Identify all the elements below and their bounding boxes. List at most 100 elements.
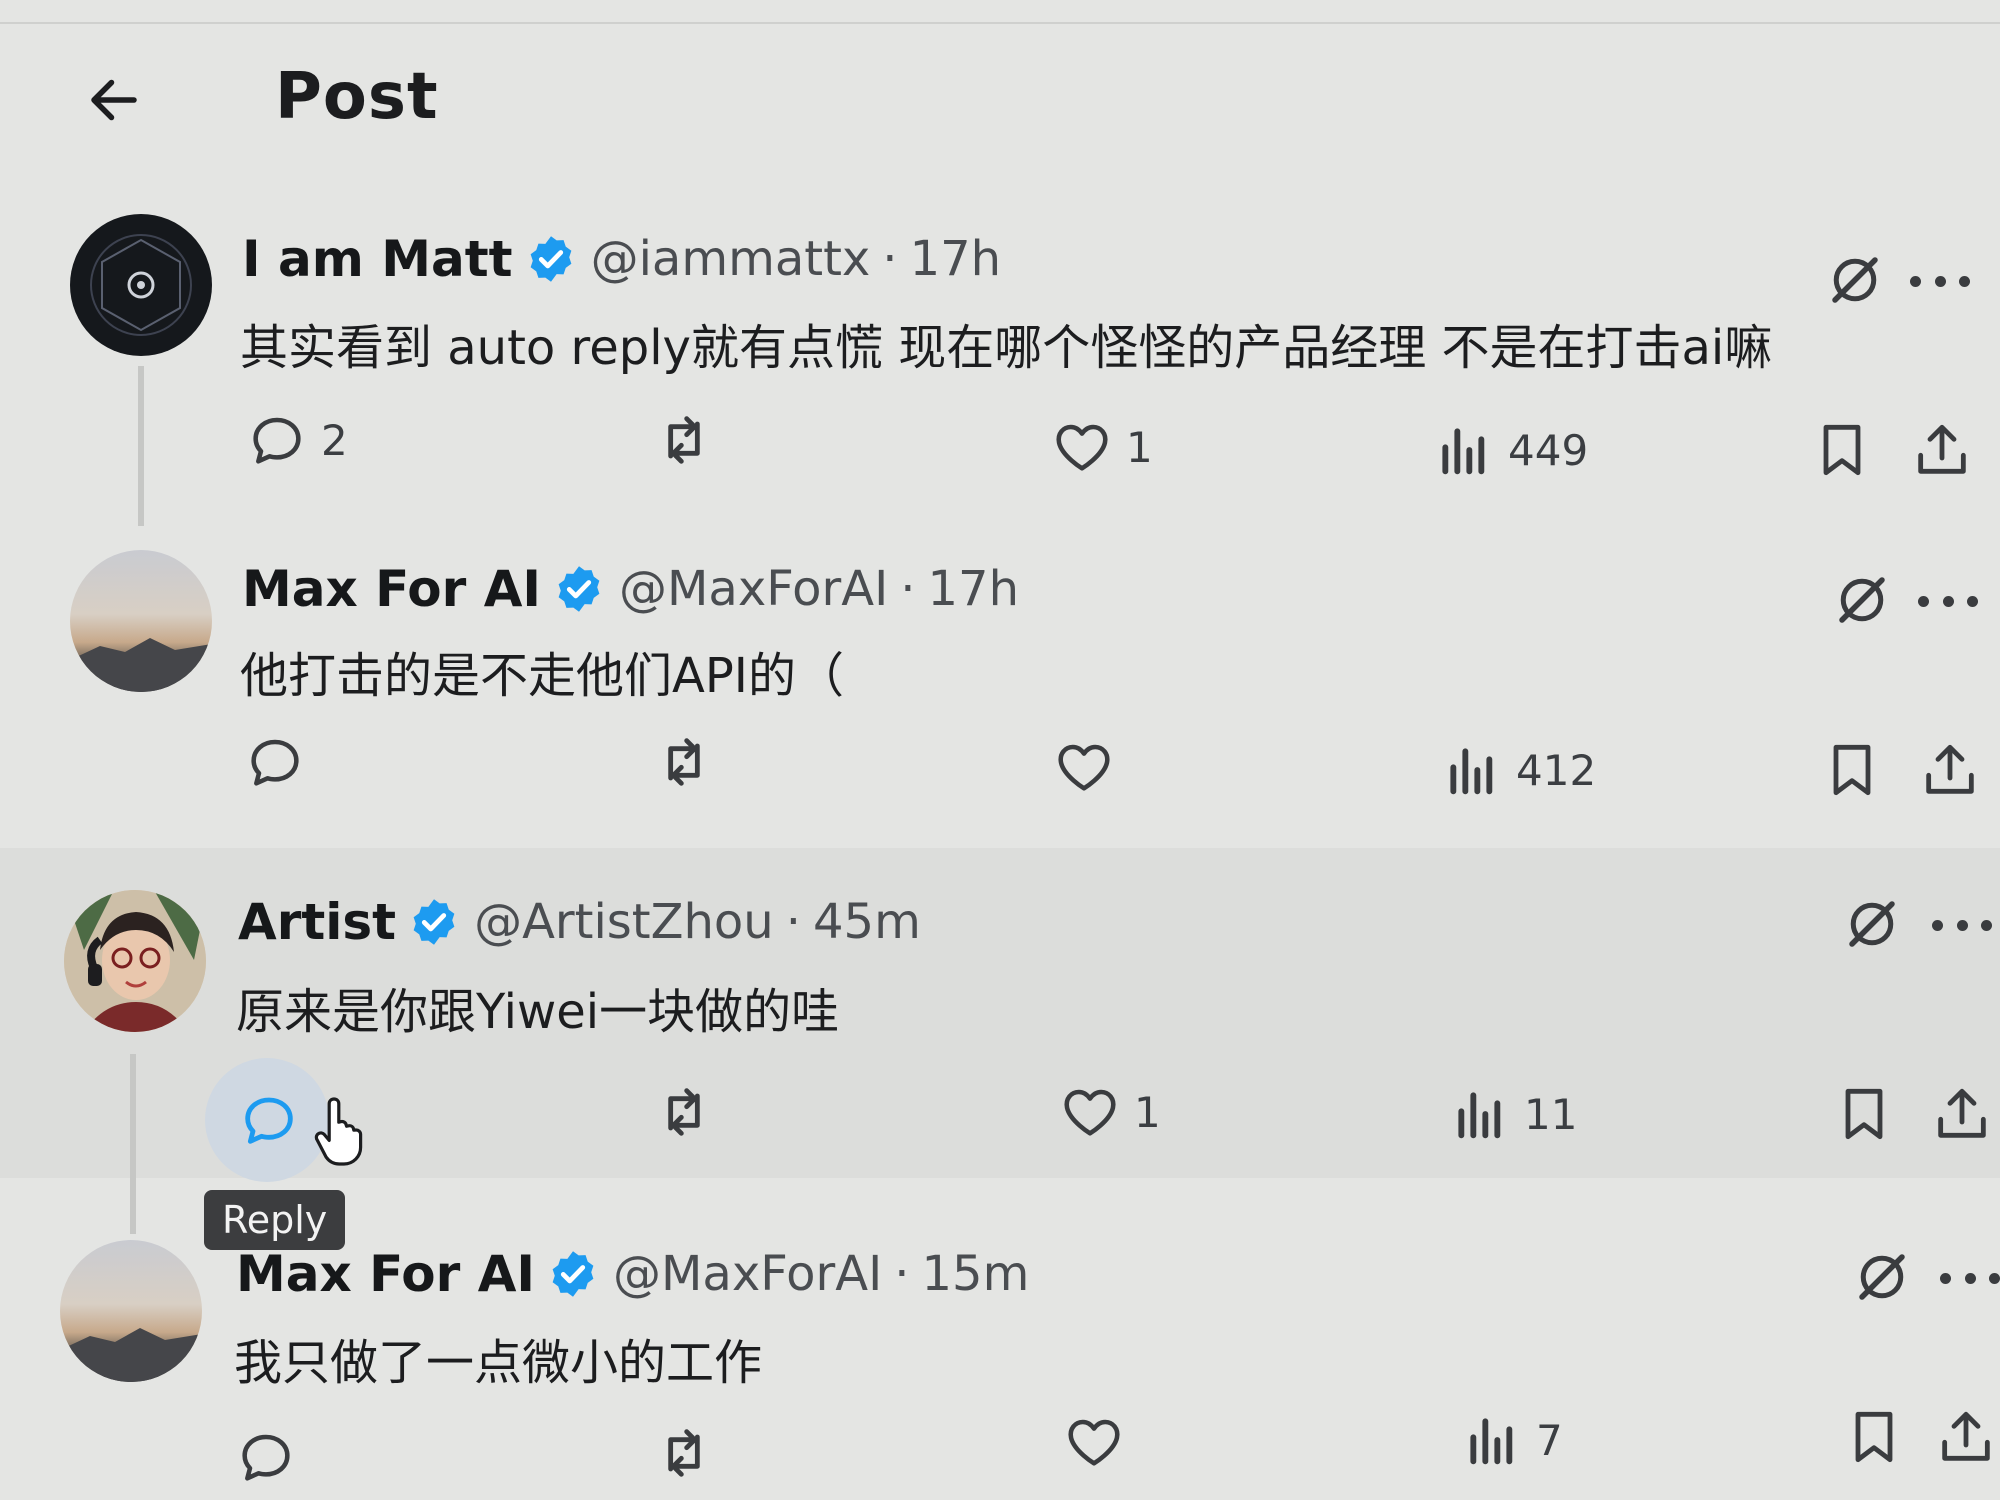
views-icon: [1470, 1418, 1513, 1465]
more-icon[interactable]: [1940, 1263, 2000, 1293]
verified-icon: [552, 1251, 594, 1297]
reply-icon: [242, 1434, 290, 1481]
like-button[interactable]: 1: [1058, 1080, 1161, 1144]
views-button[interactable]: 11: [1448, 1082, 1577, 1146]
hand-cursor-icon: [314, 1097, 363, 1166]
reply-icon: [251, 739, 299, 786]
more-icon[interactable]: [1910, 266, 1970, 296]
share-icon: [1942, 1411, 1990, 1461]
bookmark-icon: [1833, 744, 1871, 796]
author-handle[interactable]: @MaxForAI: [619, 561, 888, 617]
share-button[interactable]: [1930, 1082, 1994, 1146]
separator-dot: ·: [894, 1246, 910, 1302]
top-divider: [0, 22, 2000, 24]
post-time[interactable]: 17h: [928, 561, 1020, 617]
like-count: 1: [1134, 1087, 1161, 1137]
bookmark-button[interactable]: [1842, 1405, 1906, 1469]
arrow-left-icon: [91, 79, 137, 121]
reply-button[interactable]: [243, 730, 319, 794]
author-name[interactable]: Max For AI: [236, 1245, 535, 1303]
post-2[interactable]: Max For AI @MaxForAI · 17h 他打击的是不走他们API的…: [0, 540, 2000, 845]
repost-icon: [668, 1429, 700, 1477]
views-icon: [1458, 1092, 1501, 1139]
repost-icon: [668, 416, 700, 464]
grok-icon[interactable]: [1842, 894, 1902, 954]
views-icon: [1450, 748, 1493, 795]
like-button[interactable]: [1052, 735, 1128, 799]
avatar[interactable]: [60, 1240, 202, 1382]
more-icon[interactable]: [1932, 910, 1992, 940]
view-count: 11: [1524, 1089, 1578, 1139]
post-time[interactable]: 45m: [813, 894, 921, 950]
grok-icon[interactable]: [1832, 570, 1892, 630]
repost-icon: [668, 1088, 700, 1136]
post-text: 原来是你跟Yiwei一块做的哇: [236, 984, 840, 1040]
repost-button[interactable]: [652, 730, 728, 794]
bookmark-icon: [1823, 424, 1861, 476]
like-icon: [1058, 744, 1110, 791]
post-text: 他打击的是不走他们API的（: [240, 648, 844, 704]
share-button[interactable]: [1918, 738, 1982, 802]
view-count: 7: [1536, 1415, 1563, 1465]
author-name[interactable]: I am Matt: [242, 230, 513, 288]
reply-button[interactable]: [237, 1088, 313, 1152]
more-icon[interactable]: [1918, 586, 1978, 616]
thread-line: [130, 1054, 136, 1234]
like-icon: [1064, 1089, 1116, 1136]
verified-icon: [413, 899, 455, 945]
avatar[interactable]: [70, 214, 212, 356]
share-button[interactable]: [1910, 418, 1974, 482]
post-page: Post I am Matt @iammattx · 17h 其实看到 auto…: [0, 0, 2000, 1500]
like-button[interactable]: 1: [1050, 415, 1153, 479]
views-icon: [1442, 428, 1485, 475]
separator-dot: ·: [882, 231, 898, 287]
view-count: 449: [1508, 425, 1589, 475]
post-time[interactable]: 17h: [910, 231, 1002, 287]
author-name[interactable]: Artist: [238, 893, 396, 951]
separator-dot: ·: [785, 894, 801, 950]
separator-dot: ·: [900, 561, 916, 617]
views-button[interactable]: 449: [1432, 418, 1588, 482]
share-icon: [1918, 424, 1966, 474]
author-handle[interactable]: @ArtistZhou: [474, 894, 774, 950]
author-name[interactable]: Max For AI: [242, 560, 541, 618]
share-icon: [1938, 1088, 1986, 1138]
share-button[interactable]: [1934, 1405, 1998, 1469]
grok-icon[interactable]: [1825, 250, 1885, 310]
post-text: 其实看到 auto reply就有点慌 现在哪个怪怪的产品经理 不是在打击ai嘛: [240, 320, 1773, 376]
avatar[interactable]: [70, 550, 212, 692]
reply-count: 2: [321, 415, 348, 465]
author-handle[interactable]: @MaxForAI: [613, 1246, 882, 1302]
view-count: 412: [1516, 745, 1597, 795]
like-icon: [1068, 1419, 1120, 1466]
reply-icon: [245, 1097, 293, 1144]
verified-icon: [558, 566, 600, 612]
repost-button[interactable]: [652, 1421, 728, 1485]
bookmark-icon: [1855, 1411, 1893, 1463]
views-button[interactable]: 7: [1460, 1408, 1563, 1472]
repost-icon: [668, 738, 700, 786]
reply-button[interactable]: 2: [245, 408, 348, 472]
bookmark-button[interactable]: [1810, 418, 1874, 482]
like-button[interactable]: [1062, 1410, 1138, 1474]
verified-icon: [530, 236, 571, 282]
bookmark-button[interactable]: [1820, 738, 1884, 802]
share-icon: [1926, 744, 1974, 794]
author-handle[interactable]: @iammattx: [591, 231, 871, 287]
repost-button[interactable]: [652, 1080, 728, 1144]
back-button[interactable]: [78, 64, 150, 136]
repost-button[interactable]: [652, 408, 728, 472]
bookmark-button[interactable]: [1832, 1082, 1896, 1146]
reply-icon: [253, 417, 301, 464]
post-text: 我只做了一点微小的工作: [234, 1335, 763, 1391]
grok-icon[interactable]: [1852, 1247, 1912, 1307]
avatar[interactable]: [64, 890, 206, 1032]
like-icon: [1056, 424, 1108, 471]
reply-button[interactable]: [234, 1425, 310, 1489]
views-button[interactable]: 412: [1440, 738, 1596, 802]
page-header: Post: [0, 40, 2000, 160]
post-4[interactable]: Max For AI @MaxForAI · 15m 我只做了一点微小的工作 7: [0, 1225, 2000, 1500]
like-count: 1: [1126, 422, 1153, 472]
post-time[interactable]: 15m: [922, 1246, 1030, 1302]
post-1[interactable]: I am Matt @iammattx · 17h 其实看到 auto repl…: [0, 190, 2000, 526]
